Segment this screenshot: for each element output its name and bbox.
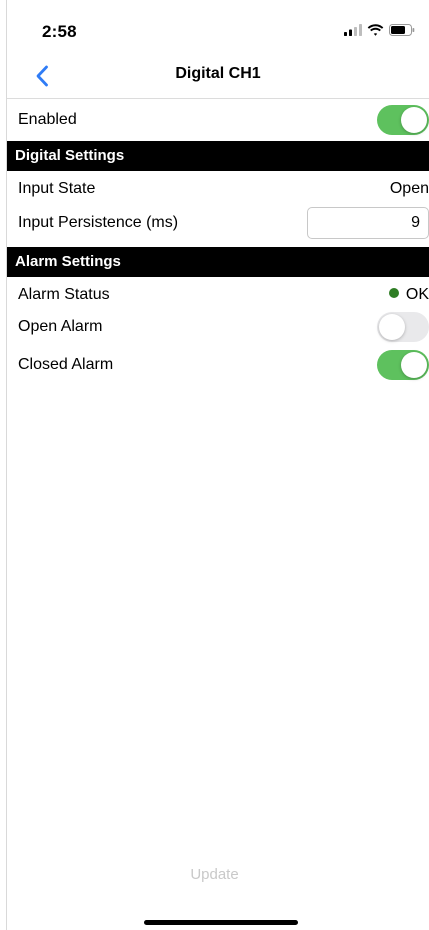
toggle-knob: [401, 107, 427, 133]
cellular-signal-icon: [344, 24, 362, 36]
status-icons: [344, 24, 415, 36]
section-header-digital-settings: Digital Settings: [7, 141, 429, 171]
alarm-status-value: OK: [388, 286, 429, 304]
status-time: 2:58: [42, 22, 77, 41]
update-button[interactable]: Update: [0, 866, 429, 883]
open-alarm-label: Open Alarm: [18, 318, 103, 335]
status-dot-icon: [388, 288, 399, 298]
navigation-bar: Digital CH1: [7, 56, 429, 99]
input-state-label: Input State: [18, 180, 96, 197]
home-indicator: [144, 920, 298, 925]
input-state-value: Open: [389, 180, 429, 197]
page-title: Digital CH1: [175, 65, 261, 82]
open-alarm-row: Open Alarm: [7, 311, 429, 343]
closed-alarm-row: Closed Alarm: [7, 349, 429, 381]
status-bar: 2:58: [0, 0, 429, 56]
input-persistence-label: Input Persistence (ms): [18, 214, 179, 231]
closed-alarm-toggle[interactable]: [377, 350, 429, 380]
input-state-row: Input State Open: [7, 174, 429, 204]
enabled-toggle[interactable]: [377, 105, 429, 135]
alarm-status-row: Alarm Status OK: [7, 280, 429, 310]
toggle-knob: [401, 352, 427, 378]
alarm-status-text: OK: [405, 286, 429, 303]
section-header-alarm-settings: Alarm Settings: [7, 247, 429, 277]
section-title: Digital Settings: [15, 147, 125, 164]
input-persistence-row: Input Persistence (ms): [7, 206, 429, 240]
enabled-row: Enabled: [7, 104, 429, 136]
enabled-label: Enabled: [18, 111, 77, 128]
input-persistence-field[interactable]: [307, 207, 429, 239]
section-title: Alarm Settings: [15, 253, 121, 270]
battery-icon: [389, 24, 415, 36]
left-divider: [6, 0, 7, 930]
closed-alarm-label: Closed Alarm: [18, 356, 114, 373]
wifi-icon: [367, 24, 384, 36]
alarm-status-label: Alarm Status: [18, 286, 110, 303]
toggle-knob: [379, 314, 405, 340]
screen: 2:58 Digital CH1 Enabled Digital Setting…: [0, 0, 429, 930]
open-alarm-toggle[interactable]: [377, 312, 429, 342]
